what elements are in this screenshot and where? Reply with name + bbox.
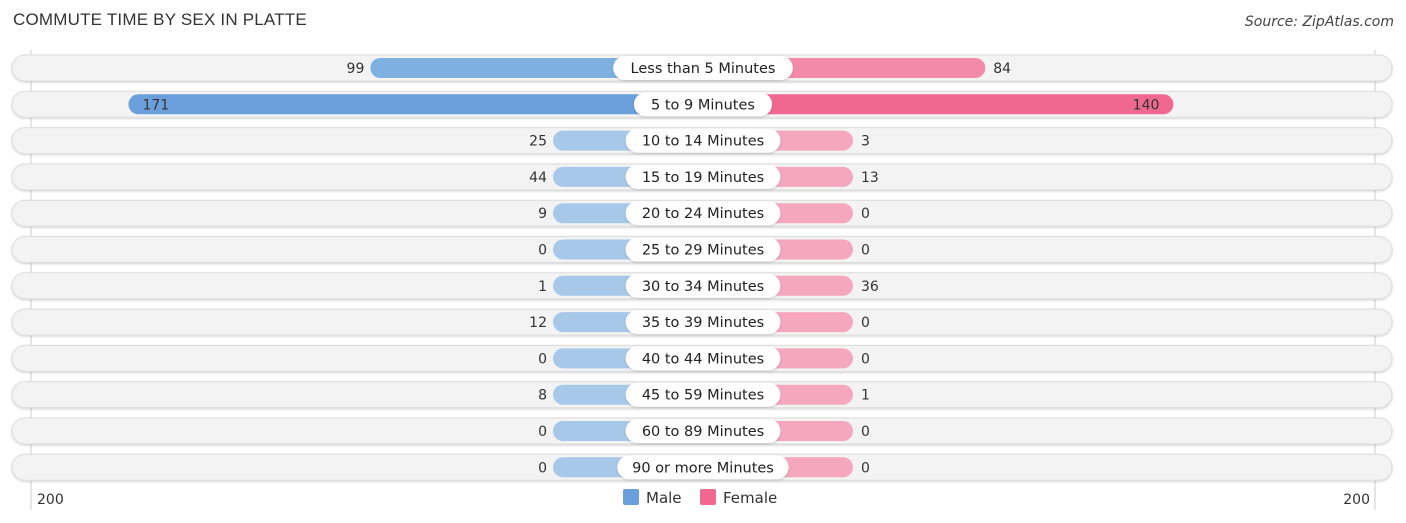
value-label-male: 12 — [529, 315, 547, 331]
value-label-male: 1 — [538, 279, 547, 295]
chart-row: 0 0 25 to 29 Minutes — [11, 236, 1393, 263]
chart-row: 171 140 5 to 9 Minutes — [11, 90, 1393, 118]
category-label: 90 or more Minutes — [632, 460, 774, 476]
value-label-female: 0 — [861, 424, 870, 440]
value-label-female: 13 — [861, 170, 879, 186]
category-label: 35 to 39 Minutes — [642, 315, 764, 331]
value-label-male: 9 — [538, 206, 547, 222]
value-label-female: 0 — [861, 351, 870, 367]
legend-swatch-female — [700, 489, 716, 505]
chart-row: 0 0 90 or more Minutes — [11, 453, 1393, 481]
axis-label-right: 200 — [1343, 492, 1370, 508]
chart-row: 44 13 15 to 19 Minutes — [11, 163, 1393, 191]
legend-label-male: Male — [646, 489, 682, 507]
bar-male — [128, 94, 713, 115]
category-label: 40 to 44 Minutes — [642, 351, 764, 367]
value-label-male: 0 — [538, 460, 547, 476]
category-label: Less than 5 Minutes — [631, 61, 776, 77]
category-label: 45 to 59 Minutes — [642, 388, 764, 404]
chart-row: 99 84 Less than 5 Minutes — [11, 54, 1393, 82]
category-label: 10 to 14 Minutes — [642, 134, 764, 150]
chart-row: 1 36 30 to 34 Minutes — [11, 272, 1393, 300]
value-label-male: 8 — [538, 388, 547, 404]
legend: Male Female — [623, 489, 777, 507]
legend-swatch-male — [623, 489, 639, 505]
value-label-female: 84 — [993, 61, 1011, 77]
chart-row: 9 0 20 to 24 Minutes — [11, 199, 1393, 227]
chart-row: 0 0 60 to 89 Minutes — [11, 417, 1393, 445]
category-label: 25 to 29 Minutes — [642, 243, 764, 259]
chart-row: 0 0 40 to 44 Minutes — [11, 344, 1393, 372]
category-label: 60 to 89 Minutes — [642, 424, 764, 440]
value-label-male: 25 — [529, 134, 547, 150]
axis-label-left: 200 — [37, 492, 64, 508]
value-label-female: 140 — [1133, 97, 1160, 113]
value-label-male: 171 — [142, 97, 169, 113]
value-label-female: 1 — [861, 388, 870, 404]
category-label: 20 to 24 Minutes — [642, 206, 764, 222]
value-label-female: 0 — [861, 460, 870, 476]
chart-row: 8 1 45 to 59 Minutes — [11, 381, 1393, 409]
value-label-male: 99 — [347, 61, 365, 77]
category-label: 30 to 34 Minutes — [642, 279, 764, 295]
value-label-female: 0 — [861, 243, 870, 259]
chart-area: 99 84 Less than 5 Minutes 171 140 5 to 9 Minu… — [11, 50, 1393, 510]
value-label-female: 0 — [861, 206, 870, 222]
chart-row: 25 3 10 to 14 Minutes — [11, 127, 1393, 155]
value-label-male: 0 — [538, 424, 547, 440]
category-label: 15 to 19 Minutes — [642, 170, 764, 186]
value-label-male: 0 — [538, 243, 547, 259]
value-label-male: 44 — [529, 170, 547, 186]
legend-label-female: Female — [723, 489, 777, 507]
category-label: 5 to 9 Minutes — [651, 97, 755, 113]
value-label-male: 0 — [538, 351, 547, 367]
value-label-female: 0 — [861, 315, 870, 331]
value-label-female: 3 — [861, 134, 870, 150]
value-label-female: 36 — [861, 279, 879, 295]
chart-row: 12 0 35 to 39 Minutes — [11, 308, 1393, 336]
